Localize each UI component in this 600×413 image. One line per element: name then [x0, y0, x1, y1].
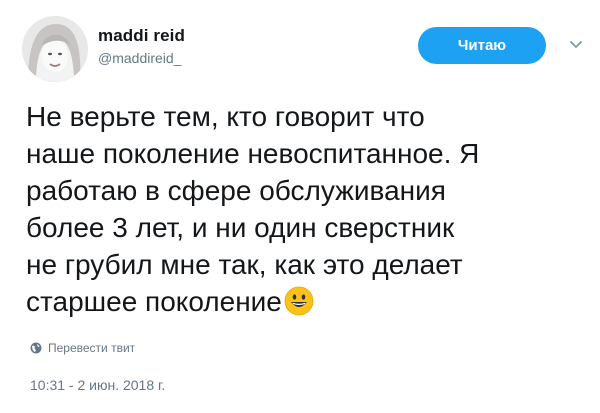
user-handle[interactable]: @maddireid_	[98, 50, 181, 66]
tweet-line: не грубил мне так, как это делает	[26, 249, 463, 280]
translate-label[interactable]: Перевести твит	[48, 341, 135, 355]
globe-icon	[30, 342, 42, 354]
tweet-line: Не верьте тем, кто говорит что	[26, 101, 425, 132]
chevron-down-icon[interactable]	[566, 36, 586, 54]
tweet-line: старшее поколение	[26, 286, 282, 317]
avatar-image	[22, 16, 88, 82]
timestamp[interactable]: 10:31 - 2 июн. 2018 г.	[30, 377, 165, 393]
tweet-text: Не верьте тем, кто говорит что наше поко…	[26, 98, 586, 320]
tweet-line: работаю в сфере обслуживания	[26, 175, 446, 206]
follow-button[interactable]: Читаю	[418, 27, 546, 64]
tweet-card: maddi reid @maddireid_ Читаю Не верьте т…	[0, 0, 600, 413]
tweet-line: наше поколение невоспитанное. Я	[26, 138, 480, 169]
smiling-face-icon	[284, 286, 314, 316]
user-name[interactable]: maddi reid	[98, 26, 185, 46]
avatar[interactable]	[22, 16, 88, 82]
translate-tweet-link[interactable]: Перевести твит	[30, 341, 135, 355]
tweet-last-line: старшее поколение	[26, 283, 586, 320]
tweet-line: более 3 лет, и ни один сверстник	[26, 212, 455, 243]
